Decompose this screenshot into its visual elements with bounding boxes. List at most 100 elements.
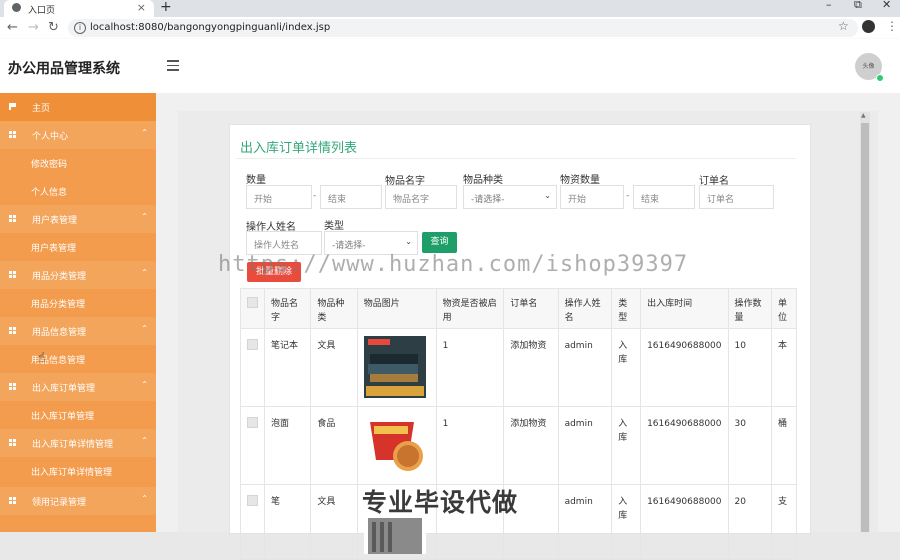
search-button[interactable]: 查询 <box>422 232 457 253</box>
sidebar-item-order-details[interactable]: 出入库订单详情管理 <box>0 457 156 485</box>
sidebar-group-orders[interactable]: 出入库订单管理 ⌃ <box>0 373 156 401</box>
bookmark-star-icon[interactable]: ☆ <box>838 19 849 33</box>
column-header[interactable]: 操作数量 <box>727 288 773 329</box>
sidebar-group-categories[interactable]: 用品分类管理 ⌃ <box>0 261 156 289</box>
title-divider <box>236 158 796 159</box>
select-all-cell <box>240 288 265 329</box>
column-header[interactable]: 操作人姓名 <box>557 288 613 329</box>
supply-qty-start-input[interactable]: 开始 <box>560 185 624 209</box>
time-cell: 1616490688000 <box>640 484 729 560</box>
sidebar-item-personal-info[interactable]: 个人信息 <box>0 177 156 205</box>
chevron-up-icon: ⌃ <box>141 494 148 503</box>
quantity-start-input[interactable]: 开始 <box>246 185 312 209</box>
enabled-cell: 1 <box>435 406 505 485</box>
sidebar-item-home[interactable]: 主页 <box>0 93 156 121</box>
select-all-checkbox[interactable] <box>247 297 258 308</box>
info-icon[interactable]: i <box>74 22 86 34</box>
column-header[interactable]: 物品种类 <box>310 288 358 329</box>
tab-title: 入口页 <box>28 6 56 16</box>
scroll-up-icon[interactable]: ▲ <box>861 112 866 119</box>
item-name-input[interactable]: 物品名字 <box>385 185 457 209</box>
order-name-input[interactable]: 订单名 <box>699 185 774 209</box>
category-cell: 文具 <box>310 328 358 407</box>
menu-kebab-icon[interactable]: ⋮ <box>886 19 898 33</box>
item-type-select[interactable]: -请选择- ⌄ <box>463 185 557 209</box>
online-status-dot <box>876 74 884 82</box>
sidebar-item-supplies[interactable]: 用品信息管理 <box>0 345 156 373</box>
type-label: 类型 <box>324 221 344 232</box>
new-tab-icon[interactable]: + <box>160 0 172 15</box>
url-field[interactable]: i localhost:8080/bangongyongpinguanli/in… <box>68 19 858 37</box>
sidebar-item-label: 修改密码 <box>31 160 68 170</box>
sidebar-item-change-password[interactable]: 修改密码 <box>0 149 156 177</box>
table-row[interactable]: 笔记本 文具 1 添加物资 admin 入库 1616490688000 10 … <box>240 328 797 407</box>
sidebar-item-label: 主页 <box>32 104 51 114</box>
column-header[interactable]: 单位 <box>771 288 797 329</box>
sidebar-group-supplies[interactable]: 用品信息管理 ⌃ <box>0 317 156 345</box>
quantity-label: 数量 <box>246 175 266 186</box>
browser-tab[interactable]: 入口页 × <box>4 0 154 17</box>
unit-cell: 本 <box>771 328 797 407</box>
grid-icon <box>9 497 16 504</box>
close-window-icon[interactable]: ✕ <box>882 0 891 11</box>
grid-icon <box>9 439 16 446</box>
qty-cell: 10 <box>727 328 773 407</box>
column-header[interactable]: 订单名 <box>503 288 559 329</box>
sidebar-item-label: 出入库订单管理 <box>32 384 96 394</box>
column-header[interactable]: 物资是否被启用 <box>435 288 505 329</box>
item-type-select-value: -请选择- <box>471 195 505 205</box>
minimize-icon[interactable]: – <box>826 0 832 11</box>
item-name-cell: 笔 <box>263 484 312 560</box>
row-checkbox[interactable] <box>247 417 258 428</box>
order-name-cell: 添加物资 <box>503 406 559 485</box>
chevron-up-icon: ⌃ <box>141 268 148 277</box>
restore-icon[interactable]: ⧉ <box>854 0 862 12</box>
sidebar-item-users[interactable]: 用户表管理 <box>0 233 156 261</box>
image-cell <box>356 406 437 485</box>
chevron-up-icon: ⌃ <box>141 324 148 333</box>
column-header[interactable]: 物品名字 <box>263 288 312 329</box>
promo-watermark: 专业毕设代做 <box>362 488 519 517</box>
row-checkbox[interactable] <box>247 339 258 350</box>
scrollbar-thumb[interactable] <box>861 123 869 532</box>
row-checkbox[interactable] <box>247 495 258 506</box>
enabled-cell: 1 <box>435 328 505 407</box>
quantity-end-input[interactable]: 结束 <box>320 185 382 209</box>
category-cell: 食品 <box>310 406 358 485</box>
grid-icon <box>9 131 16 138</box>
supply-qty-end-input[interactable]: 结束 <box>633 185 695 209</box>
sidebar-group-users[interactable]: 用户表管理 ⌃ <box>0 205 156 233</box>
sidebar-group-records[interactable]: 领用记录管理 ⌃ <box>0 487 156 515</box>
operator-cell: admin <box>557 406 613 485</box>
back-icon[interactable]: ← <box>7 20 18 35</box>
grid-icon <box>9 383 16 390</box>
forward-icon[interactable]: → <box>28 20 39 35</box>
profile-icon[interactable] <box>862 20 875 33</box>
address-bar-row: ← → ↻ i localhost:8080/bangongyongpingua… <box>0 17 900 40</box>
item-name-cell: 泡面 <box>263 406 312 485</box>
category-cell: 文具 <box>310 484 358 560</box>
table-row[interactable]: 笔 文具 admin 入库 1616490688000 20 支 <box>240 484 797 560</box>
column-header[interactable]: 物品图片 <box>356 288 437 329</box>
image-cell <box>356 328 437 407</box>
sidebar-group-personal-center[interactable]: 个人中心 ⌃ <box>0 121 156 149</box>
row-select-cell <box>240 328 265 407</box>
chevron-up-icon: ⌃ <box>141 128 148 137</box>
column-header[interactable]: 类型 <box>611 288 642 329</box>
sidebar-group-order-details[interactable]: 出入库订单详情管理 ⌃ <box>0 429 156 457</box>
hamburger-menu-icon[interactable] <box>167 60 179 74</box>
chevron-up-icon: ⌃ <box>141 212 148 221</box>
page-title: 出入库订单详情列表 <box>240 141 358 156</box>
table-row[interactable]: 泡面 食品 1 添加物资 admin 入库 1616490688000 30 桶 <box>240 406 797 485</box>
operator-cell: admin <box>557 328 613 407</box>
reload-icon[interactable]: ↻ <box>48 20 59 35</box>
column-header[interactable]: 出入库时间 <box>640 288 729 329</box>
sidebar-item-orders[interactable]: 出入库订单管理 <box>0 401 156 429</box>
sidebar-item-label: 出入库订单管理 <box>31 412 95 422</box>
close-tab-icon[interactable]: × <box>137 1 146 14</box>
sidebar-item-categories[interactable]: 用品分类管理 <box>0 289 156 317</box>
chevron-down-icon: ⌄ <box>544 191 551 200</box>
chevron-down-icon: ⌄ <box>405 237 412 246</box>
time-cell: 1616490688000 <box>640 406 729 485</box>
url-text: localhost:8080/bangongyongpinguanli/inde… <box>90 22 331 33</box>
